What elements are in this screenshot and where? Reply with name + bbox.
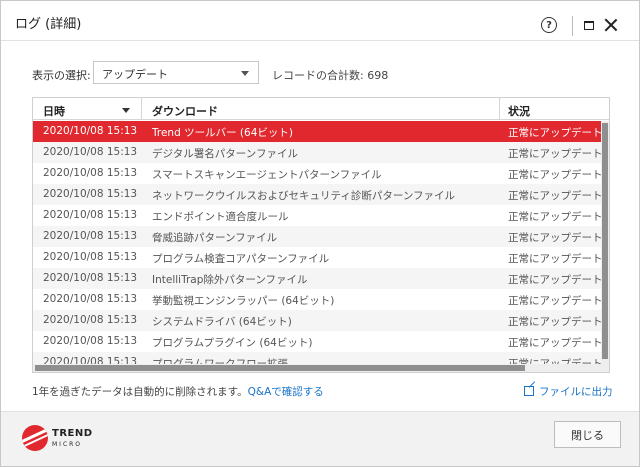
row-status: 正常にアップデート <box>508 190 601 202</box>
row-download-name: Trend ツールバー (64ビット) <box>152 127 293 139</box>
sort-desc-icon[interactable] <box>122 108 130 113</box>
table-row[interactable]: 2020/10/08 15:13 システムドライバ (64ビット) 正常にアップデー… <box>33 310 601 331</box>
row-status: 正常にアップデート <box>508 211 601 223</box>
row-status: 正常にアップデート <box>508 232 601 244</box>
row-download-name: エンドポイント適合度ルール <box>152 211 289 223</box>
row-datetime: 2020/10/08 15:13 <box>43 146 138 158</box>
table-row[interactable]: 2020/10/08 15:13 エンドポイント適合度ルール 正常にアップデート <box>33 205 601 226</box>
table-row[interactable]: 2020/10/08 15:13 プログラムプラグイン (64ビット) 正常にアップ… <box>33 331 601 352</box>
row-download-name: プログラム検査コアパターンファイル <box>152 253 330 265</box>
table-row[interactable]: 2020/10/08 15:13 挙動監視エンジンラッパー (64ビット) 正常にア… <box>33 289 601 310</box>
view-select-dropdown[interactable]: アップデート <box>93 61 259 84</box>
qa-link[interactable]: Q&Aで確認する <box>248 386 324 398</box>
log-table: 日時 ダウンロード 状況 2020/10/08 15:13 Trend ツールバー… <box>32 97 610 373</box>
table-row[interactable]: 2020/10/08 15:13 プログラム検査コアパターンファイル 正常にアップデ… <box>33 247 601 268</box>
row-status: 正常にアップデート <box>508 253 601 265</box>
column-header-datetime[interactable]: 日時 <box>43 103 65 119</box>
table-row[interactable]: 2020/10/08 15:13 スマートスキャンエージェントパターンファイル 正常… <box>33 163 601 184</box>
row-download-name: システムドライバ (64ビット) <box>152 316 292 328</box>
row-download-name: プログラムプラグイン (64ビット) <box>152 337 313 349</box>
external-link-icon <box>524 386 534 396</box>
table-row[interactable]: 2020/10/08 15:13 デジタル署名パターンファイル 正常にアップデート <box>33 142 601 163</box>
view-select-value: アップデート <box>102 68 168 81</box>
row-datetime: 2020/10/08 15:13 <box>43 188 138 200</box>
view-select-label: 表示の選択: <box>32 69 91 82</box>
row-datetime: 2020/10/08 15:13 <box>43 125 138 137</box>
table-row[interactable]: 2020/10/08 15:13 IntelliTrap除外パターンファイル 正常に… <box>33 268 601 289</box>
row-download-name: IntelliTrap除外パターンファイル <box>152 274 308 286</box>
column-divider[interactable] <box>141 98 142 120</box>
row-datetime: 2020/10/08 15:13 <box>43 293 138 305</box>
titlebar-divider <box>572 16 573 36</box>
row-status: 正常にアップデート <box>508 358 601 364</box>
trend-micro-logo: TREND MICRO <box>22 425 92 455</box>
row-status: 正常にアップデート <box>508 295 601 307</box>
column-header-download[interactable]: ダウンロード <box>152 103 218 119</box>
record-count: レコードの合計数: 698 <box>272 69 389 82</box>
table-row[interactable]: 2020/10/08 15:13 脅威追跡パターンファイル 正常にアップデート <box>33 226 601 247</box>
row-status: 正常にアップデート <box>508 148 601 160</box>
horizontal-scroll-thumb[interactable] <box>35 365 525 371</box>
close-button[interactable]: 閉じる <box>554 421 621 448</box>
table-row[interactable]: 2020/10/08 15:13 プログラムワークフロー拡張 正常にアップデート <box>33 352 601 364</box>
title-bar: ログ (詳細) ? <box>1 1 639 41</box>
row-status: 正常にアップデート <box>508 316 601 328</box>
row-download-name: ネットワークウイルスおよびセキュリティ診断パターンファイル <box>152 190 456 202</box>
close-icon[interactable] <box>604 18 618 32</box>
table-header: 日時 ダウンロード 状況 <box>33 98 609 120</box>
chevron-down-icon <box>241 71 249 76</box>
row-datetime: 2020/10/08 15:13 <box>43 251 138 263</box>
export-label: ファイルに出力 <box>539 386 613 398</box>
retention-note: 1年を過ぎたデータは自動的に削除されます。Q&Aで確認する <box>32 384 324 399</box>
row-datetime: 2020/10/08 15:13 <box>43 335 138 347</box>
row-datetime: 2020/10/08 15:13 <box>43 314 138 326</box>
horizontal-scrollbar[interactable] <box>33 364 609 372</box>
row-download-name: スマートスキャンエージェントパターンファイル <box>152 169 382 181</box>
log-detail-window: ログ (詳細) ? 表示の選択: アップデート レコードの合計数: 698 日時… <box>0 0 640 467</box>
table-body: 2020/10/08 15:13 Trend ツールバー (64ビット) 正常にアッ… <box>33 121 601 364</box>
row-datetime: 2020/10/08 15:13 <box>43 272 138 284</box>
row-datetime: 2020/10/08 15:13 <box>43 356 138 364</box>
footer-bar: TREND MICRO 閉じる <box>1 411 639 466</box>
vertical-scroll-thumb[interactable] <box>602 123 608 359</box>
row-datetime: 2020/10/08 15:13 <box>43 230 138 242</box>
row-datetime: 2020/10/08 15:13 <box>43 209 138 221</box>
row-status: 正常にアップデート <box>508 337 601 349</box>
vertical-scrollbar[interactable] <box>601 121 609 364</box>
row-download-name: プログラムワークフロー拡張 <box>152 358 289 364</box>
row-download-name: 脅威追跡パターンファイル <box>152 232 278 244</box>
table-row[interactable]: 2020/10/08 15:13 ネットワークウイルスおよびセキュリティ診断パター… <box>33 184 601 205</box>
row-status: 正常にアップデート <box>508 127 601 139</box>
logo-text-micro: MICRO <box>52 441 83 448</box>
column-header-status[interactable]: 状況 <box>508 103 530 119</box>
logo-text-trend: TREND <box>52 428 93 439</box>
row-download-name: 挙動監視エンジンラッパー (64ビット) <box>152 295 335 307</box>
row-status: 正常にアップデート <box>508 274 601 286</box>
row-datetime: 2020/10/08 15:13 <box>43 167 138 179</box>
row-download-name: デジタル署名パターンファイル <box>152 148 298 160</box>
row-status: 正常にアップデート <box>508 169 601 181</box>
trend-micro-logo-mark-icon <box>22 425 48 451</box>
retention-text: 1年を過ぎたデータは自動的に削除されます。 <box>32 386 248 398</box>
column-divider[interactable] <box>499 98 500 120</box>
maximize-icon[interactable] <box>584 21 594 30</box>
table-row[interactable]: 2020/10/08 15:13 Trend ツールバー (64ビット) 正常にアッ… <box>33 121 601 142</box>
window-title: ログ (詳細) <box>15 17 82 32</box>
help-icon[interactable]: ? <box>541 17 557 33</box>
